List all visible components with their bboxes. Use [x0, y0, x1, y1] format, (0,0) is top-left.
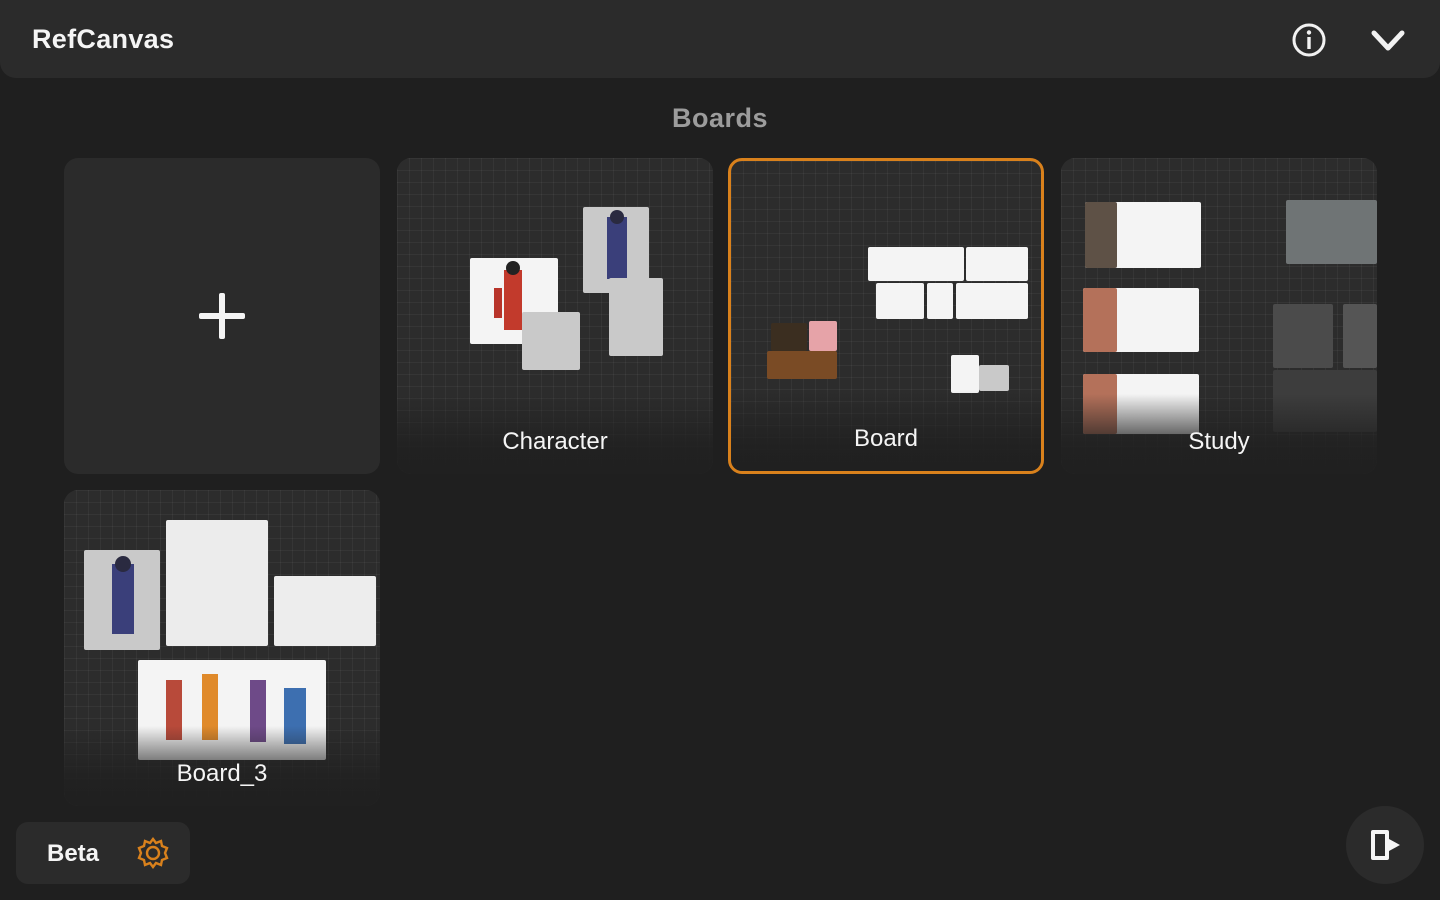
exit-door-icon — [1371, 830, 1400, 860]
app-title: RefCanvas — [32, 24, 175, 54]
top-bar: RefCanvas — [0, 0, 1440, 78]
board-label: Board — [853, 425, 919, 452]
reference-image — [809, 321, 837, 351]
reference-image — [1343, 304, 1377, 368]
reference-image — [927, 283, 953, 319]
new-board-button[interactable] — [64, 158, 380, 474]
beta-label: Beta — [47, 840, 100, 867]
exit-button[interactable] — [1346, 806, 1424, 884]
reference-image — [979, 365, 1009, 391]
reference-image — [771, 323, 807, 351]
reference-image — [522, 312, 580, 370]
board-card-board-3[interactable]: Board_3 — [64, 490, 380, 806]
board-label: Study — [1188, 428, 1250, 455]
reference-image — [951, 355, 979, 393]
reference-image — [84, 550, 160, 650]
board-card-study[interactable]: Study — [1061, 158, 1377, 474]
plus-icon — [199, 293, 245, 339]
reference-image — [767, 351, 837, 379]
board-label: Character — [502, 428, 608, 455]
reference-image — [956, 283, 1028, 319]
reference-image — [609, 278, 663, 356]
chevron-down-icon[interactable] — [1366, 22, 1410, 60]
board-card-board[interactable]: Board — [728, 158, 1044, 474]
reference-image — [166, 520, 268, 646]
reference-image — [1085, 202, 1117, 268]
reference-image — [1083, 288, 1117, 352]
reference-image — [1286, 200, 1377, 264]
reference-image — [274, 576, 376, 646]
info-icon[interactable] — [1290, 21, 1328, 59]
section-title: Boards — [671, 103, 769, 133]
board-card-character[interactable]: Character — [397, 158, 713, 474]
reference-image — [1273, 304, 1333, 368]
board-label: Board_3 — [176, 760, 268, 787]
reference-image — [876, 283, 924, 319]
settings-gear-icon — [136, 836, 170, 870]
beta-button[interactable]: Beta — [16, 822, 190, 884]
reference-image — [868, 247, 964, 281]
reference-image — [966, 247, 1028, 281]
